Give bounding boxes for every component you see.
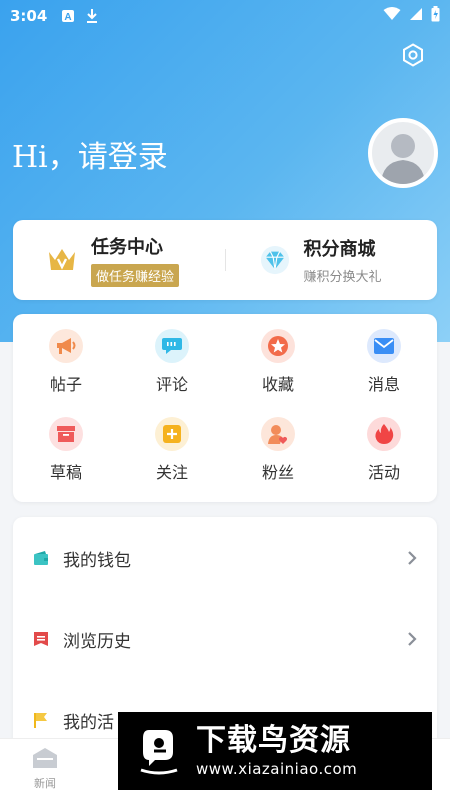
feature-grid-card: 帖子 评论 收藏 消息 草稿 关注 粉丝 活动 bbox=[13, 314, 437, 502]
history-icon bbox=[33, 631, 49, 647]
grid-item-comments[interactable]: 评论 bbox=[119, 318, 225, 406]
signal-icon bbox=[409, 7, 423, 25]
grid-label: 粉丝 bbox=[261, 463, 294, 482]
grid-label: 帖子 bbox=[49, 375, 82, 394]
task-points-card: 任务中心 做任务赚经验 积分商城 赚积分换大礼 bbox=[13, 220, 437, 300]
watermark-bird-logo bbox=[134, 726, 184, 776]
grid-label: 消息 bbox=[367, 375, 400, 394]
home-news-icon bbox=[33, 748, 57, 768]
watermark-overlay: 下载鸟资源 www.xiazainiao.com bbox=[118, 712, 432, 790]
comment-icon bbox=[155, 329, 189, 363]
grid-item-messages[interactable]: 消息 bbox=[331, 318, 437, 406]
task-center-entry[interactable]: 任务中心 做任务赚经验 bbox=[13, 220, 225, 300]
flame-icon bbox=[367, 417, 401, 451]
settings-gear-icon[interactable] bbox=[400, 42, 426, 68]
download-icon bbox=[85, 8, 99, 24]
svg-text:A: A bbox=[65, 12, 72, 23]
wifi-icon bbox=[383, 7, 401, 25]
grid-label: 评论 bbox=[155, 375, 188, 394]
grid-item-posts[interactable]: 帖子 bbox=[13, 318, 119, 406]
list-item-wallet[interactable]: 我的钱包 bbox=[13, 538, 437, 578]
status-bar: 3:04 A bbox=[0, 0, 450, 32]
status-time: 3:04 bbox=[10, 7, 48, 25]
grid-label: 收藏 bbox=[261, 375, 294, 394]
grid-label: 草稿 bbox=[49, 463, 82, 482]
megaphone-icon bbox=[49, 329, 83, 363]
diamond-icon bbox=[260, 245, 290, 275]
points-mall-entry[interactable]: 积分商城 赚积分换大礼 bbox=[226, 220, 438, 300]
watermark-title: 下载鸟资源 bbox=[196, 723, 351, 758]
task-center-subtitle: 做任务赚经验 bbox=[91, 264, 180, 287]
crown-icon bbox=[47, 245, 77, 275]
mail-icon bbox=[367, 329, 401, 363]
user-heart-icon bbox=[261, 417, 295, 451]
watermark-url: www.xiazainiao.com bbox=[196, 760, 358, 778]
list-label: 我的活 bbox=[63, 712, 114, 733]
grid-label: 活动 bbox=[367, 463, 400, 482]
wallet-icon bbox=[33, 550, 49, 566]
list-label: 浏览历史 bbox=[63, 631, 131, 652]
star-icon bbox=[261, 329, 295, 363]
plus-square-icon bbox=[155, 417, 189, 451]
login-greeting[interactable]: Hi，请登录 bbox=[12, 132, 168, 176]
avatar[interactable] bbox=[368, 118, 438, 188]
grid-item-drafts[interactable]: 草稿 bbox=[13, 406, 119, 494]
default-avatar-icon bbox=[381, 134, 425, 184]
tab-news[interactable]: 新闻 bbox=[28, 747, 62, 791]
grid-item-following[interactable]: 关注 bbox=[119, 406, 225, 494]
grid-label: 关注 bbox=[155, 463, 188, 482]
points-mall-title: 积分商城 bbox=[303, 239, 376, 260]
task-center-title: 任务中心 bbox=[91, 237, 163, 258]
points-mall-subtitle: 赚积分换大礼 bbox=[303, 270, 382, 285]
tab-news-label: 新闻 bbox=[34, 777, 56, 790]
chevron-right-icon bbox=[407, 631, 417, 651]
grid-item-favorites[interactable]: 收藏 bbox=[225, 318, 331, 406]
grid-item-activities[interactable]: 活动 bbox=[331, 406, 437, 494]
drafts-box-icon bbox=[49, 417, 83, 451]
list-label: 我的钱包 bbox=[63, 550, 131, 571]
notification-a-icon: A bbox=[61, 9, 75, 23]
chevron-right-icon bbox=[407, 550, 417, 570]
battery-icon bbox=[431, 6, 440, 26]
list-item-history[interactable]: 浏览历史 bbox=[13, 619, 437, 659]
grid-item-fans[interactable]: 粉丝 bbox=[225, 406, 331, 494]
flag-icon bbox=[33, 712, 49, 728]
